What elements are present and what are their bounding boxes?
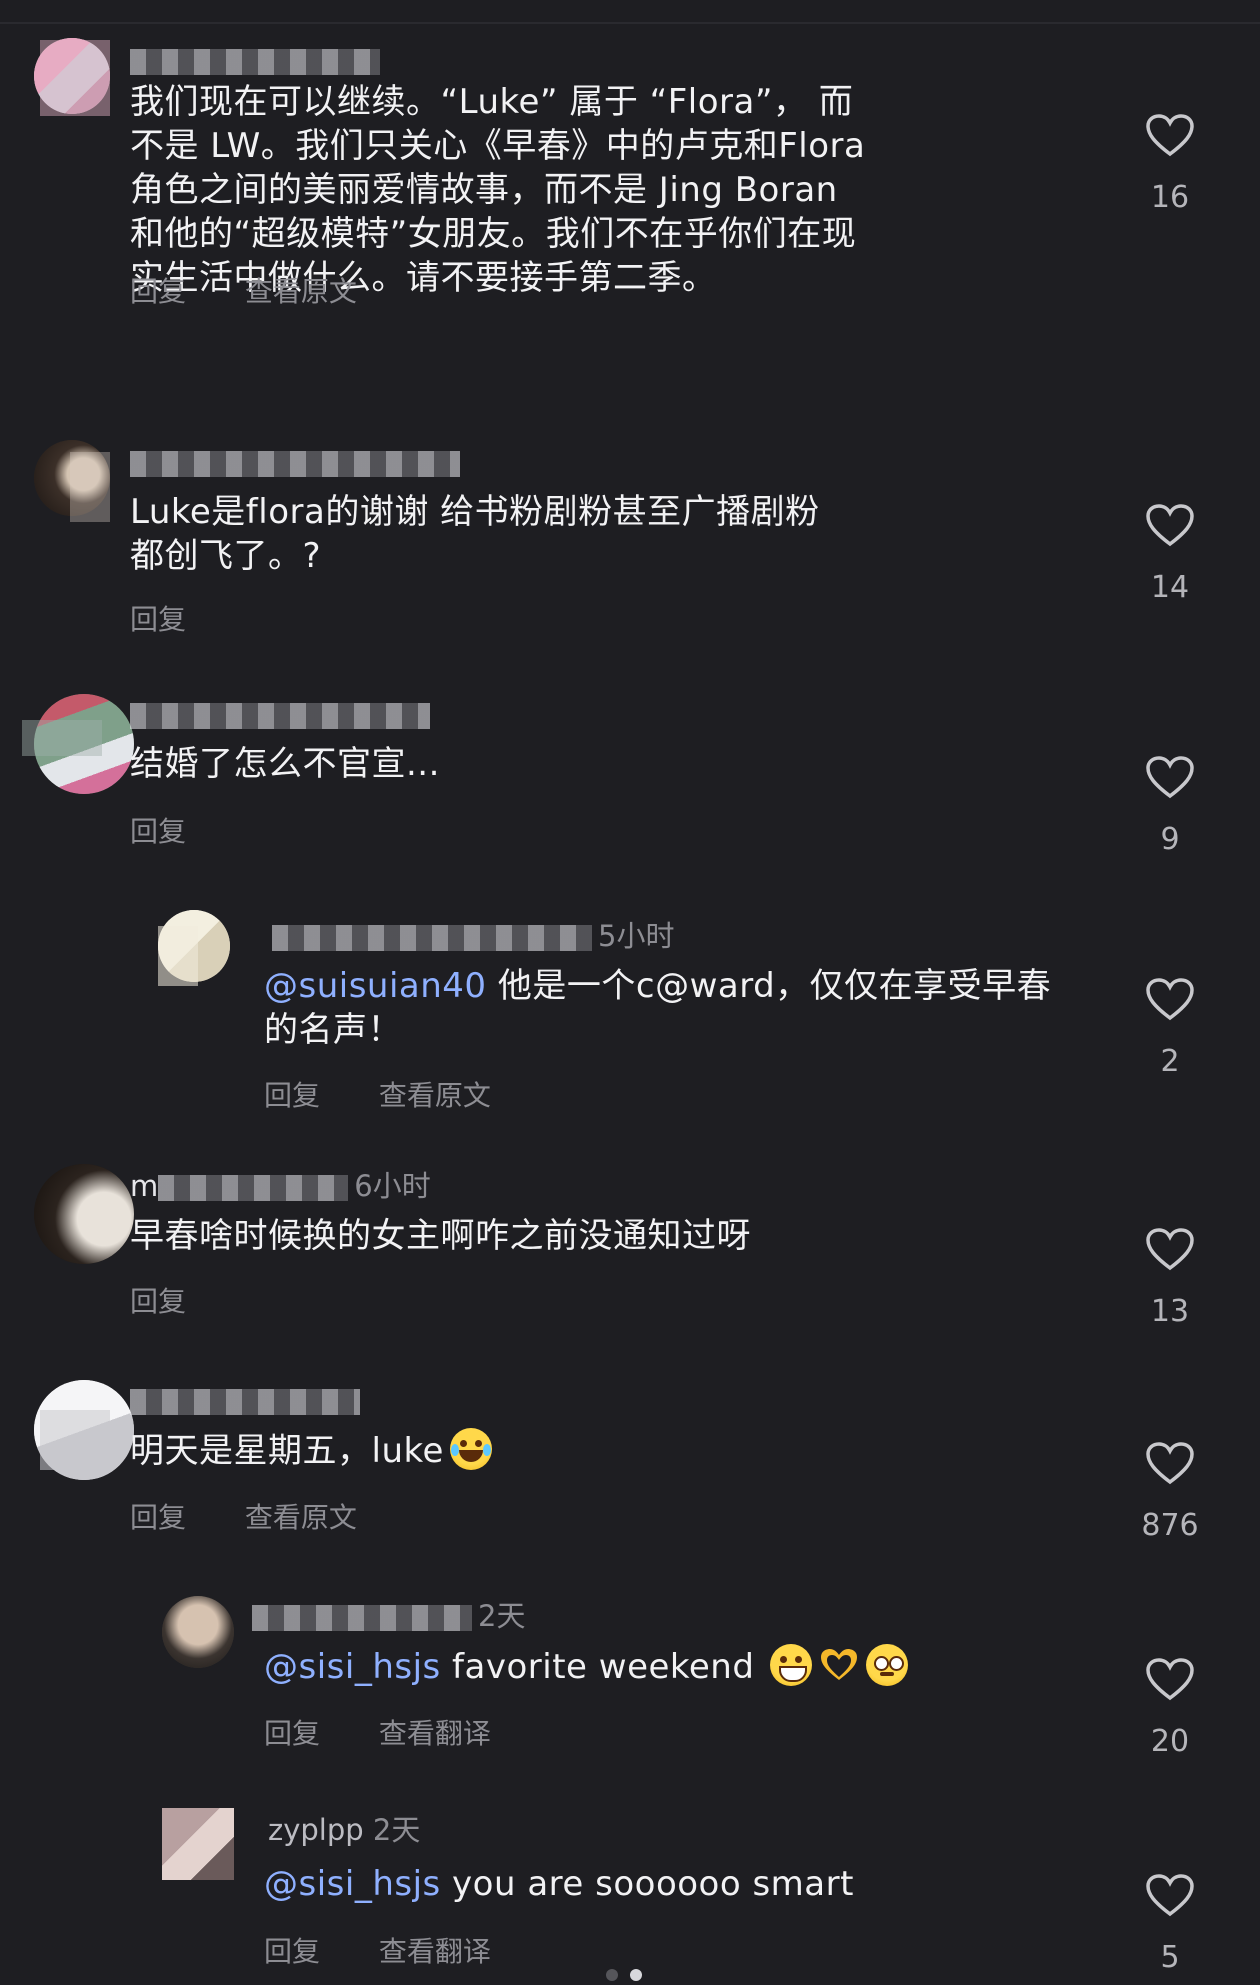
view-translation-button[interactable]: 查看翻译: [379, 1717, 491, 1750]
comment-text: 明天是星期五，luke: [130, 1428, 890, 1473]
comment-text: 结婚了怎么不官宣...: [130, 744, 440, 784]
comment-text: @suisuian40 他是一个c@ward，仅仅在享受早春的名声！: [264, 964, 1084, 1052]
laughing-crying-emoji: [449, 1428, 492, 1470]
like-control[interactable]: 20: [1120, 1656, 1220, 1759]
page-dot-active: [630, 1969, 642, 1981]
comment-text: 早春啥时候换的女主啊咋之前没通知过呀: [130, 1216, 751, 1256]
like-count: 9: [1160, 822, 1180, 857]
comment-actions: 回复 查看翻译: [264, 1712, 541, 1752]
blurred-avatar-mask: [70, 452, 110, 522]
heart-outline-icon[interactable]: [1144, 112, 1196, 158]
reply-button[interactable]: 回复: [130, 815, 186, 848]
comment-username-time[interactable]: zyplpp 2天: [268, 1812, 420, 1848]
username-prefix: m: [130, 1169, 159, 1203]
like-count: 14: [1150, 570, 1190, 605]
mention-link[interactable]: @sisi_hsjs: [264, 1864, 441, 1904]
page-indicator: [600, 1966, 648, 1985]
comment-text-body: favorite weekend: [440, 1647, 755, 1687]
like-count: 5: [1160, 1940, 1180, 1975]
like-control[interactable]: 13: [1120, 1226, 1220, 1329]
comment-actions: 回复: [130, 598, 236, 638]
view-original-button[interactable]: 查看原文: [379, 1079, 491, 1112]
like-control[interactable]: 16: [1120, 112, 1220, 215]
top-divider: [0, 22, 1260, 24]
reply-button[interactable]: 回复: [130, 603, 186, 636]
comment-text-body: 明天是星期五，luke: [130, 1431, 444, 1471]
comment-text: @sisi_hsjs favorite weekend: [264, 1644, 1084, 1689]
comment-actions: 回复: [130, 810, 236, 850]
comment-username-time[interactable]: [130, 696, 436, 732]
heart-hands-emoji: [821, 1649, 858, 1680]
comment-username-time[interactable]: [130, 1382, 366, 1418]
heart-outline-icon[interactable]: [1144, 1872, 1196, 1918]
heart-outline-icon[interactable]: [1144, 754, 1196, 800]
comment-actions: 回复 查看原文: [130, 1496, 407, 1536]
like-count: 16: [1150, 180, 1190, 215]
heart-outline-icon[interactable]: [1144, 1226, 1196, 1272]
blurred-avatar-mask: [40, 1410, 110, 1470]
mention-link[interactable]: @suisuian40: [264, 966, 487, 1006]
comment-text-body: you are soooooo smart: [440, 1864, 854, 1904]
blurred-avatar-mask: [22, 720, 102, 756]
comment-text: Luke是flora的谢谢 给书粉剧粉甚至广播剧粉都创飞了。?: [130, 492, 820, 576]
comment-username-time[interactable]: [130, 444, 466, 480]
like-count: 13: [1150, 1294, 1190, 1329]
heart-outline-icon[interactable]: [1144, 1440, 1196, 1486]
blurred-avatar-mask: [158, 926, 198, 986]
mention-link[interactable]: @sisi_hsjs: [264, 1647, 441, 1687]
comment-username-time[interactable]: 2天: [252, 1598, 525, 1634]
username-prefix: zyplpp: [268, 1813, 364, 1847]
page-dot: [606, 1969, 618, 1981]
like-control[interactable]: 876: [1120, 1440, 1220, 1543]
avatar[interactable]: [162, 1808, 234, 1880]
heart-outline-icon[interactable]: [1144, 976, 1196, 1022]
comment-actions: 回复 查看翻译: [264, 1930, 541, 1970]
comment-actions: 回复 查看原文: [130, 270, 407, 310]
view-translation-button[interactable]: 查看翻译: [379, 1935, 491, 1968]
heart-outline-icon[interactable]: [1144, 502, 1196, 548]
comment-username-time[interactable]: [130, 42, 386, 78]
grinning-emoji: [770, 1644, 813, 1686]
like-control[interactable]: 9: [1120, 754, 1220, 857]
comment-actions: 回复 查看原文: [264, 1074, 541, 1114]
reply-button[interactable]: 回复: [264, 1717, 320, 1750]
comment-text: 我们现在可以继续。“Luke” 属于 “Flora”， 而不是 LW。我们只关心…: [130, 82, 866, 298]
avatar[interactable]: [162, 1596, 234, 1668]
reply-button[interactable]: 回复: [130, 1501, 186, 1534]
view-original-button[interactable]: 查看原文: [245, 275, 357, 308]
blurred-avatar-mask: [40, 40, 110, 116]
like-control[interactable]: 5: [1120, 1872, 1220, 1975]
heart-outline-icon[interactable]: [1144, 1656, 1196, 1702]
like-count: 20: [1150, 1724, 1190, 1759]
like-control[interactable]: 2: [1120, 976, 1220, 1079]
comment-username-time[interactable]: 5小时: [272, 918, 674, 954]
comment-username-time[interactable]: m 6小时: [130, 1168, 431, 1204]
comment-text: @sisi_hsjs you are soooooo smart: [264, 1862, 1084, 1906]
view-original-button[interactable]: 查看原文: [245, 1501, 357, 1534]
pleading-emoji: [866, 1644, 909, 1686]
like-count: 2: [1160, 1044, 1180, 1079]
reply-button[interactable]: 回复: [264, 1935, 320, 1968]
avatar[interactable]: [34, 1164, 134, 1264]
like-control[interactable]: 14: [1120, 502, 1220, 605]
like-count: 876: [1141, 1508, 1199, 1543]
reply-button[interactable]: 回复: [130, 275, 186, 308]
comment-actions: 回复: [130, 1280, 236, 1320]
reply-button[interactable]: 回复: [264, 1079, 320, 1112]
reply-button[interactable]: 回复: [130, 1285, 186, 1318]
